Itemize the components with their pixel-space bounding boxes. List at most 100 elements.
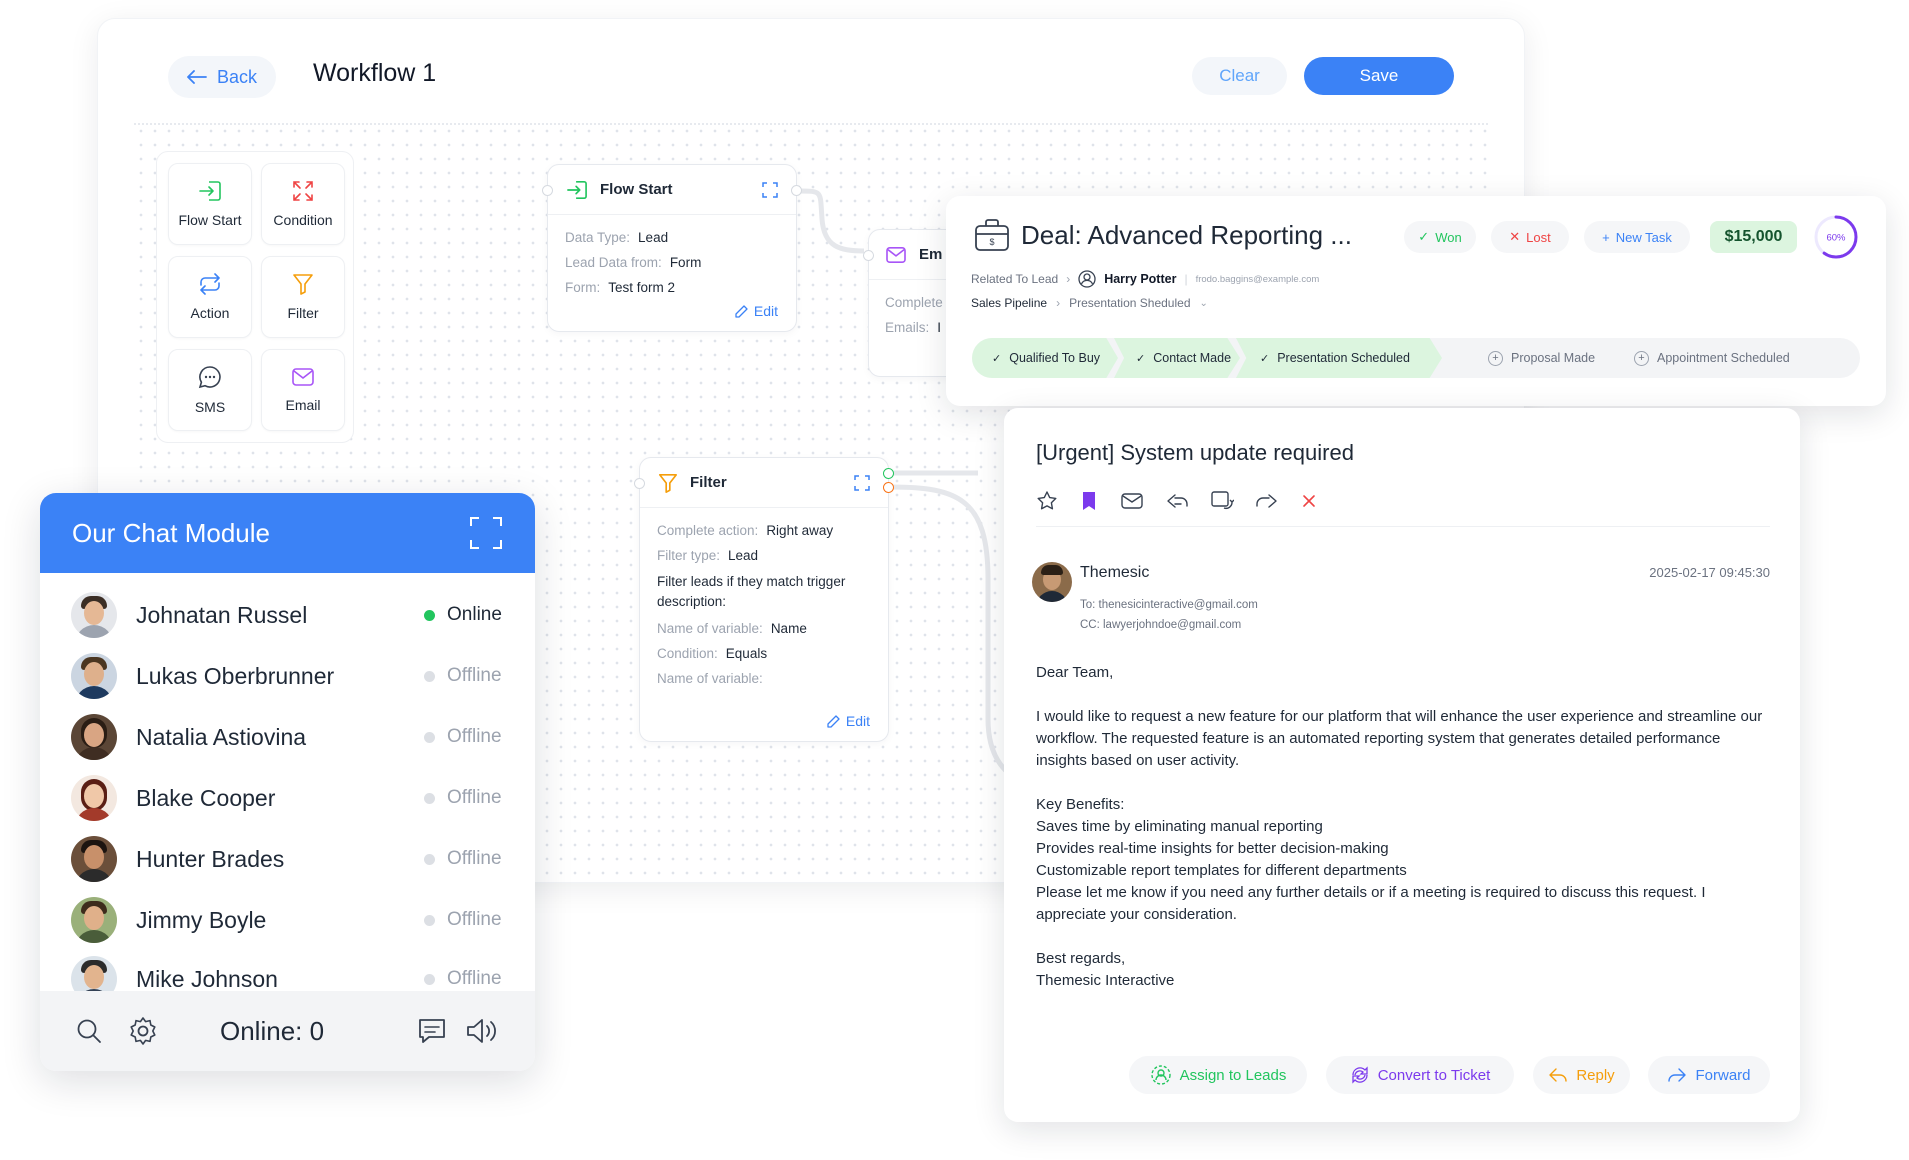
enter-icon [567, 180, 587, 199]
node-row: Lead Data from: Form [565, 255, 702, 270]
input-port[interactable] [863, 250, 874, 261]
edit-button[interactable]: Edit [827, 713, 870, 729]
status-indicator: Offline [424, 726, 502, 748]
contact-name: Johnatan Russel [136, 601, 308, 628]
status-dot [424, 670, 435, 682]
check-icon: ✓ [1260, 352, 1270, 365]
stage-item[interactable]: ✓ Presentation Scheduled [1236, 338, 1442, 378]
pipeline-label: Sales Pipeline [971, 296, 1048, 310]
output-port-true[interactable] [883, 468, 894, 479]
edit-button[interactable]: Edit [735, 303, 778, 319]
divider [1036, 526, 1770, 527]
reply-button[interactable]: Reply [1533, 1056, 1630, 1094]
forward-icon[interactable] [1255, 491, 1279, 511]
status-indicator: Offline [424, 909, 502, 931]
input-port[interactable] [542, 185, 553, 196]
won-button[interactable]: ✓ Won [1404, 221, 1476, 253]
stage-item[interactable]: ✓ Qualified To Buy [972, 338, 1118, 378]
filter-node[interactable]: Filter Complete action: Right away Filter… [634, 457, 894, 742]
node-title: Em [919, 246, 943, 263]
plus-circle-icon: + [1488, 350, 1503, 366]
contact-row[interactable]: Blake Cooper Offline [71, 773, 502, 823]
convert-label: Convert to Ticket [1377, 1066, 1491, 1084]
status-dot [424, 853, 435, 865]
benefit-item: Provides real-time insights for better d… [1036, 840, 1389, 857]
reply-label: Reply [1576, 1066, 1615, 1084]
benefit-item: Saves time by eliminating manual reporti… [1036, 818, 1323, 835]
stage-item[interactable]: + Appointment Scheduled [1634, 338, 1790, 378]
reply-all-icon[interactable] [1165, 491, 1189, 511]
input-port[interactable] [634, 478, 645, 489]
check-icon: ✓ [1418, 229, 1430, 244]
stage-item[interactable]: + Proposal Made [1488, 338, 1595, 378]
pipeline-stage-select[interactable]: Presentation Sheduled [1069, 296, 1190, 310]
contact-email: frodo.baggins@example.com [1195, 273, 1320, 285]
message-icon[interactable] [417, 1017, 447, 1045]
pencil-icon [735, 304, 748, 318]
contact-name: Blake Cooper [136, 784, 276, 811]
closing-paragraph: Please let me know if you need any furth… [1036, 884, 1706, 923]
node-row: Filter type: Lead [657, 548, 759, 563]
node-title: Filter [690, 474, 727, 491]
progress-ring: 60% [1814, 215, 1858, 259]
check-icon: ✓ [992, 352, 1002, 365]
fullscreen-icon[interactable] [469, 516, 503, 550]
bookmark-icon[interactable] [1079, 490, 1099, 512]
new-task-button[interactable]: + New Task [1584, 221, 1690, 253]
flow-start-node[interactable]: Flow Start Data Type: Lead Lead Data from… [542, 164, 802, 332]
status-indicator: Offline [424, 787, 502, 809]
email-subject: [Urgent] System update required [1036, 440, 1354, 465]
related-lead-row: Related To Lead › Harry Potter | frodo.b… [971, 270, 1320, 288]
briefcase-icon: $ [975, 219, 1009, 251]
contact-row[interactable]: Jimmy Boyle Offline [71, 895, 502, 945]
status-dot [424, 731, 435, 743]
contact-row[interactable]: Natalia Astiovina Offline [71, 712, 502, 762]
pipeline-stages: ✓ Qualified To Buy ✓ Contact Made ✓ Present… [972, 338, 1860, 378]
node-description: Filter leads if they match trigger descr… [657, 574, 846, 609]
email-date: 2025-02-17 09:45:30 [1649, 565, 1770, 580]
node-row: Name of variable: Name [657, 621, 807, 636]
forward-button[interactable]: Forward [1648, 1056, 1770, 1094]
close-icon: ✕ [1509, 229, 1521, 244]
assign-to-leads-button[interactable]: Assign to Leads [1129, 1056, 1307, 1094]
envelope-icon[interactable] [1120, 491, 1144, 511]
contact-row[interactable]: Lukas Oberbrunner Offline [71, 651, 502, 701]
cc-line: CC: lawyerjohndoe@gmail.com [1080, 619, 1242, 631]
status-indicator: Offline [424, 665, 502, 687]
contact-name[interactable]: Harry Potter [1104, 272, 1176, 286]
chat-module: Our Chat Module Johnatan Russel Online L… [40, 493, 535, 1071]
signoff: Best regards, [1036, 950, 1126, 967]
avatar [71, 653, 117, 699]
fullscreen-icon[interactable] [854, 474, 870, 491]
output-port-false[interactable] [883, 482, 894, 493]
star-icon[interactable] [1036, 490, 1058, 512]
reply-icon [1549, 1068, 1568, 1082]
contact-name: Mike Johnson [136, 965, 278, 992]
speaker-icon[interactable] [465, 1017, 499, 1045]
signature: Themesic Interactive [1036, 972, 1175, 989]
node-title: Flow Start [600, 181, 673, 198]
contact-name: Hunter Brades [136, 845, 285, 872]
status-indicator: Offline [424, 848, 502, 870]
check-icon: ✓ [1136, 352, 1146, 365]
to-line: To: thenesicinteractive@gmail.com [1080, 599, 1258, 611]
contact-name: Lukas Oberbrunner [136, 662, 335, 689]
contact-row[interactable]: Hunter Brades Offline [71, 834, 502, 884]
gear-icon[interactable] [128, 1016, 158, 1046]
pencil-icon [827, 714, 840, 728]
email-toolbar [1036, 490, 1318, 512]
output-port[interactable] [791, 185, 802, 196]
node-row: Condition: Equals [657, 646, 768, 661]
lost-button[interactable]: ✕ Lost [1491, 221, 1569, 253]
contact-row[interactable]: Johnatan Russel Online [71, 590, 502, 640]
chat-footer: Online: 0 [40, 991, 535, 1071]
chevron-right-icon: › [1066, 272, 1071, 286]
convert-to-ticket-button[interactable]: Convert to Ticket [1326, 1056, 1514, 1094]
close-icon[interactable] [1300, 492, 1318, 510]
stage-item[interactable]: ✓ Contact Made [1114, 338, 1240, 378]
chevron-down-icon[interactable]: ⌄ [1200, 298, 1208, 309]
search-icon[interactable] [76, 1018, 102, 1044]
deal-title: Deal: Advanced Reporting ... [1021, 220, 1352, 250]
convert-icon[interactable] [1210, 490, 1234, 512]
fullscreen-icon[interactable] [762, 181, 778, 198]
